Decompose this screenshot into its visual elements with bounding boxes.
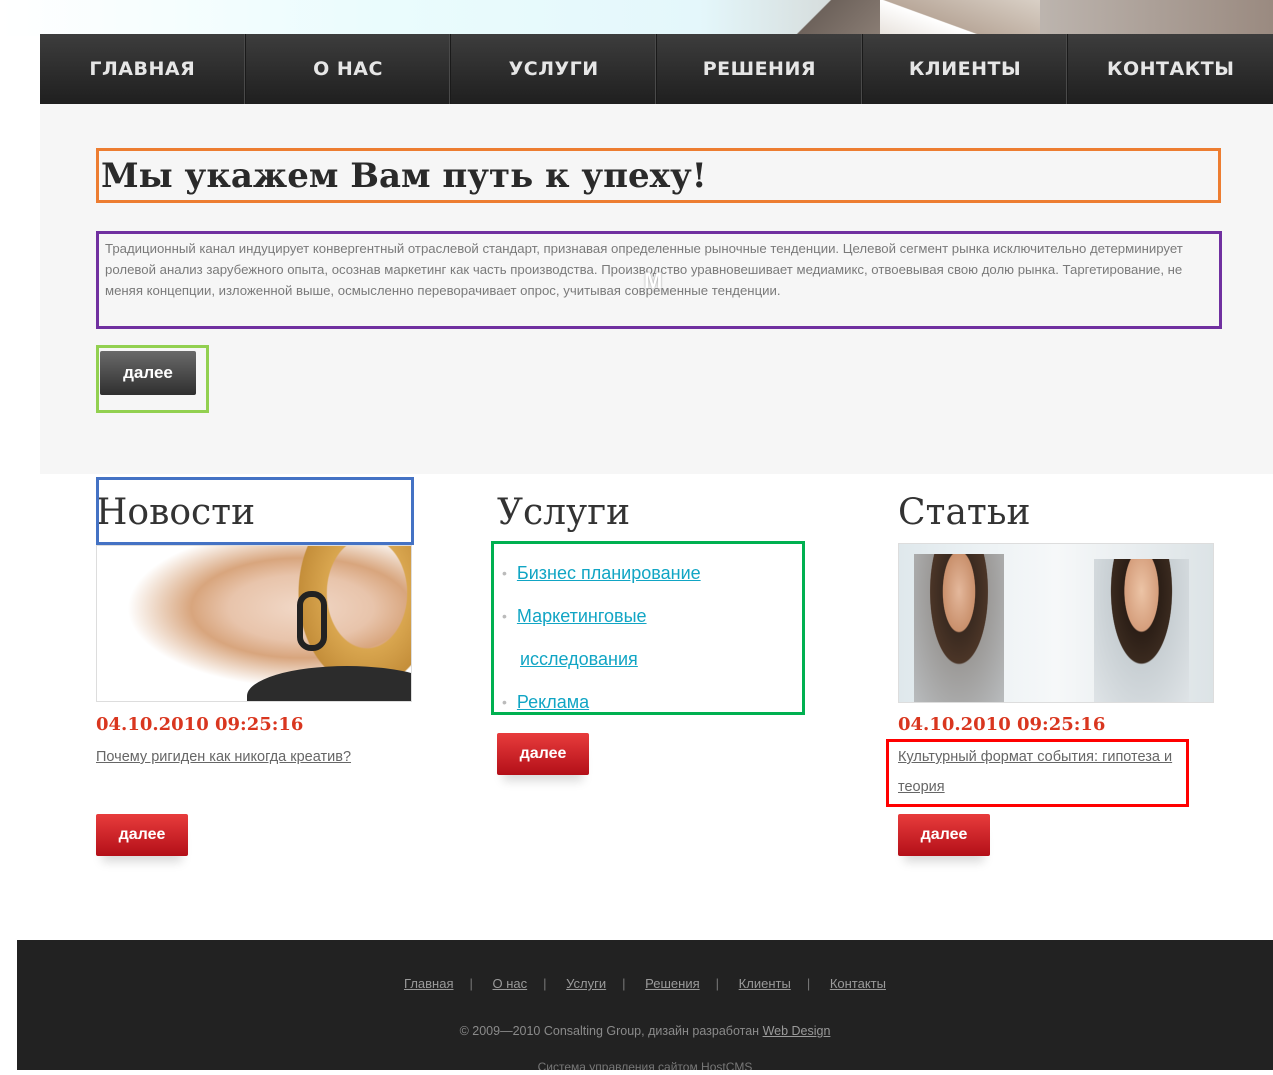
photo-figure (247, 666, 411, 701)
service-item[interactable]: • Реклама (502, 681, 802, 724)
photo-figure (1094, 559, 1189, 702)
bullet-icon: • (502, 608, 507, 624)
service-item[interactable]: • Бизнес планирование (502, 552, 802, 595)
footer-separator: | (715, 976, 720, 991)
footer-separator: | (806, 976, 811, 991)
service-item[interactable]: • Маркетинговые (502, 595, 802, 638)
text-cursor-marker: M (644, 268, 663, 293)
articles-title: Статьи (898, 492, 1031, 533)
articles-photo[interactable] (898, 543, 1214, 703)
hero-headline: Мы укажем Вам путь к упеху! (96, 148, 1221, 203)
nav-item-solutions[interactable]: РЕШЕНИЯ (657, 34, 863, 104)
news-photo[interactable] (96, 545, 412, 702)
footer-link-contacts[interactable]: Контакты (830, 976, 886, 991)
footer-link-about[interactable]: О нас (493, 976, 528, 991)
copyright-text: © 2009—2010 Consalting Group, дизайн раз… (459, 1024, 760, 1038)
service-item-continued[interactable]: исследования (502, 638, 802, 681)
services-title: Услуги (497, 492, 631, 533)
hero-headline-text: Мы укажем Вам путь к упеху! (101, 155, 707, 196)
main-nav: ГЛАВНАЯ О НАС УСЛУГИ РЕШЕНИЯ КЛИЕНТЫ КОН… (40, 34, 1273, 104)
news-more-button[interactable]: далее (96, 814, 188, 856)
headset-icon (297, 591, 327, 651)
footer-separator: | (543, 976, 547, 991)
footer-copyright: © 2009—2010 Consalting Group, дизайн раз… (17, 1024, 1273, 1038)
service-link-label[interactable]: исследования (520, 638, 638, 681)
nav-item-about[interactable]: О НАС (246, 34, 452, 104)
articles-link-highlight (886, 739, 1189, 807)
nav-item-contacts[interactable]: КОНТАКТЫ (1068, 34, 1273, 104)
banner-figure-shape (760, 0, 880, 36)
footer-link-solutions[interactable]: Решения (645, 976, 699, 991)
news-date: 04.10.2010 09:25:16 (96, 714, 304, 735)
footer-link-clients[interactable]: Клиенты (739, 976, 791, 991)
articles-date: 04.10.2010 09:25:16 (898, 714, 1106, 735)
footer-separator: | (469, 976, 473, 991)
photo-figure (914, 554, 1004, 702)
news-link[interactable]: Почему ригиден как никогда креатив? (96, 742, 386, 772)
design-link[interactable]: Web Design (763, 1024, 831, 1038)
news-title-highlight (96, 477, 414, 545)
nav-item-home[interactable]: ГЛАВНАЯ (40, 34, 246, 104)
header-banner-image (0, 0, 1273, 36)
footer-link-services[interactable]: Услуги (566, 976, 606, 991)
nav-item-services[interactable]: УСЛУГИ (451, 34, 658, 104)
service-link-label[interactable]: Маркетинговые (517, 595, 647, 638)
footer-separator: | (622, 976, 626, 991)
bullet-icon: • (502, 694, 507, 710)
services-list: • Бизнес планирование • Маркетинговые ис… (491, 541, 805, 715)
hero-text-block: Традиционный канал индуцирует конвергент… (96, 231, 1222, 329)
articles-more-button[interactable]: далее (898, 814, 990, 856)
footer-nav: Главная | О нас | Услуги | Решения | Клиенты… (17, 976, 1273, 991)
site-footer: Главная | О нас | Услуги | Решения | Клиенты… (17, 940, 1273, 1075)
service-link-label[interactable]: Реклама (517, 681, 589, 724)
page-bottom-edge (0, 1070, 1273, 1075)
banner-figure-shape (880, 0, 1040, 36)
service-link-label[interactable]: Бизнес планирование (517, 552, 701, 595)
services-more-button[interactable]: далее (497, 733, 589, 775)
hero-more-button[interactable]: далее (100, 351, 196, 395)
bullet-icon: • (502, 565, 507, 581)
nav-item-clients[interactable]: КЛИЕНТЫ (863, 34, 1069, 104)
footer-link-home[interactable]: Главная (404, 976, 453, 991)
